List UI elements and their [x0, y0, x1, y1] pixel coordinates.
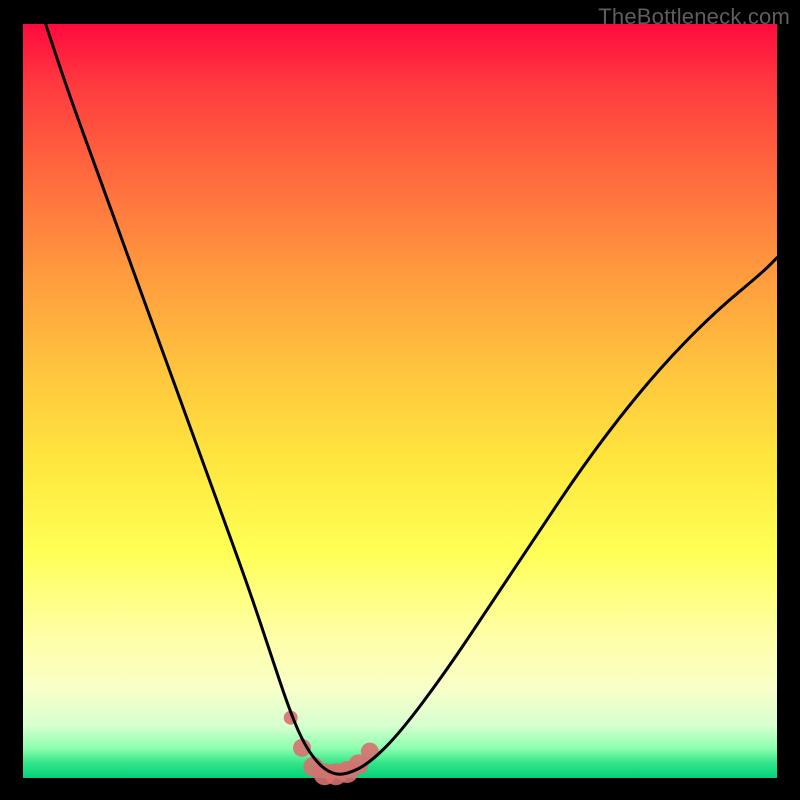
watermark-text: TheBottleneck.com	[598, 4, 790, 30]
bottleneck-plot	[23, 24, 777, 778]
bottleneck-curve	[46, 24, 777, 774]
chart-area	[23, 24, 777, 778]
